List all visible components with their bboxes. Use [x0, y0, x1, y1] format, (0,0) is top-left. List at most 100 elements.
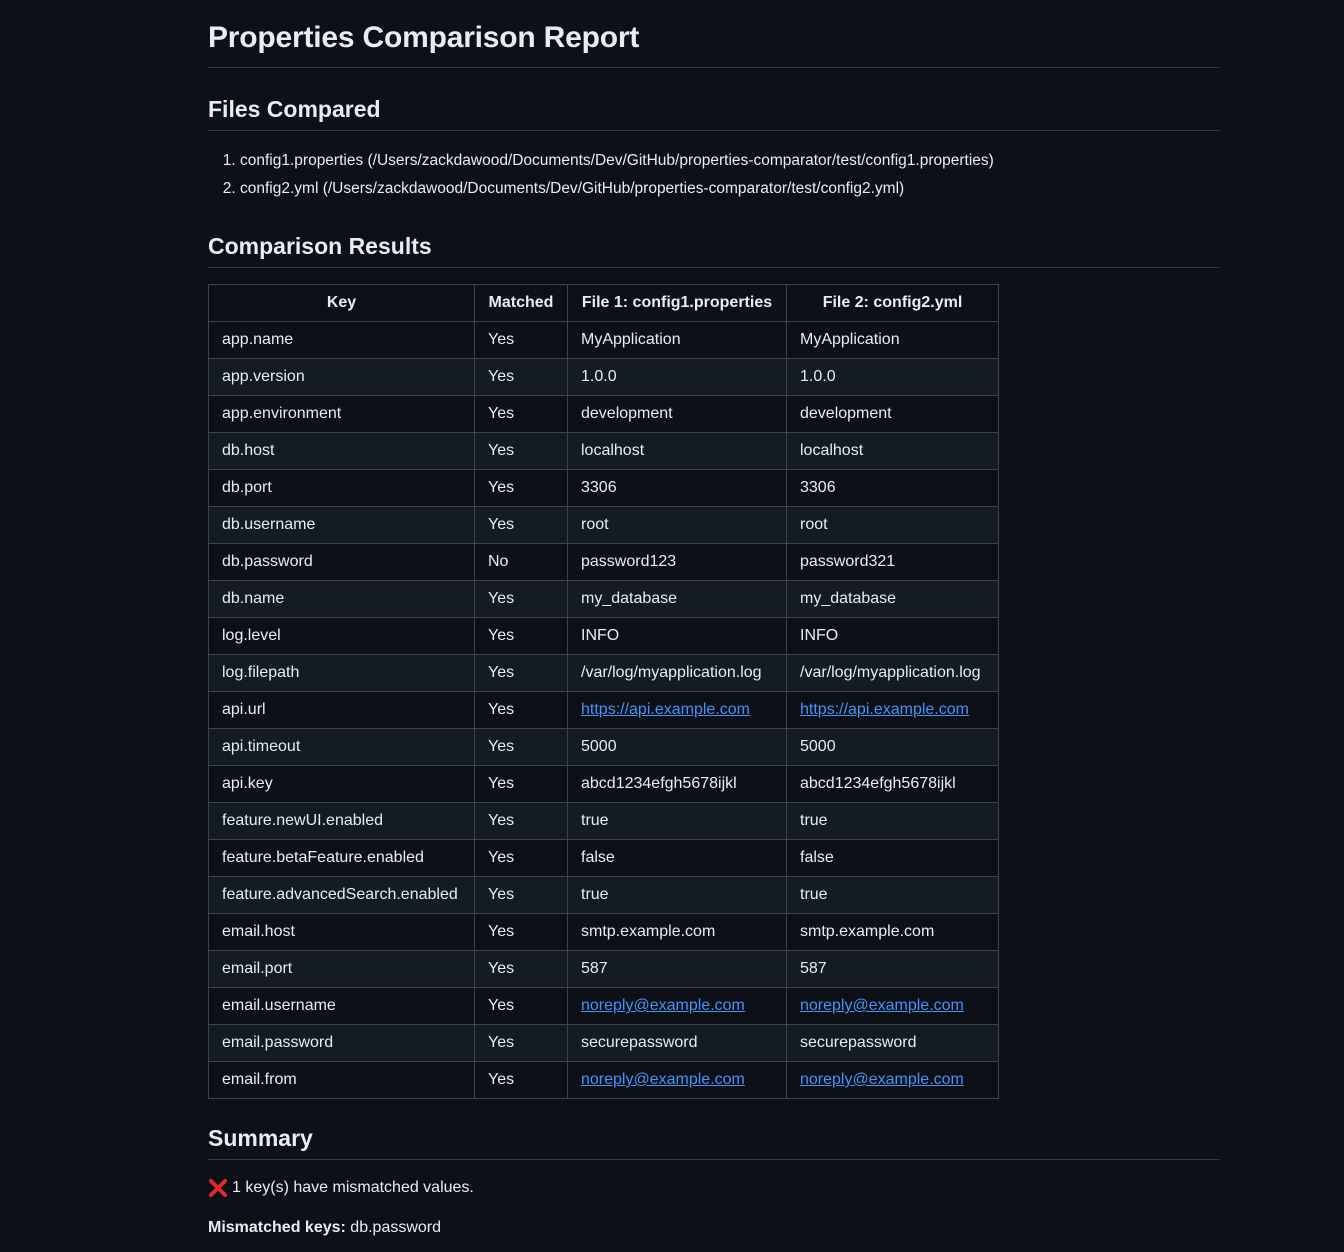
table-row: db.password No password123 password321: [208, 543, 999, 581]
cell-file2-value-link[interactable]: https://api.example.com: [800, 701, 969, 718]
cell-file2-value: /var/log/myapplication.log: [786, 654, 999, 692]
cell-key: log.filepath: [208, 654, 475, 692]
cell-file2-value: 1.0.0: [786, 358, 999, 396]
cell-file1-value-link[interactable]: noreply@example.com: [581, 1071, 745, 1088]
cell-file2-value: noreply@example.com: [786, 1061, 999, 1099]
report-page: Properties Comparison Report Files Compa…: [208, 0, 1220, 1240]
cell-key: app.name: [208, 321, 475, 359]
mismatched-keys-value: db.password: [350, 1219, 442, 1236]
cell-key: log.level: [208, 617, 475, 655]
header-file2: File 2: config2.yml: [786, 284, 999, 322]
mismatched-keys-label: Mismatched keys:: [208, 1219, 346, 1236]
cell-matched: Yes: [474, 913, 568, 951]
cell-key: feature.advancedSearch.enabled: [208, 876, 475, 914]
cell-file1-value: my_database: [567, 580, 787, 618]
summary-heading: Summary: [208, 1123, 1220, 1160]
cell-file1-value: development: [567, 395, 787, 433]
cell-file1-value: 1.0.0: [567, 358, 787, 396]
cell-file1-value: /var/log/myapplication.log: [567, 654, 787, 692]
cell-file1-value: false: [567, 839, 787, 877]
table-row: db.username Yes root root: [208, 506, 999, 544]
table-header-row: Key Matched File 1: config1.properties F…: [208, 284, 999, 322]
cell-matched: Yes: [474, 432, 568, 470]
cell-file1-value: 3306: [567, 469, 787, 507]
cell-file1-value: 587: [567, 950, 787, 988]
table-body: app.name Yes MyApplication MyApplication app…: [208, 321, 999, 1099]
cell-file1-value: password123: [567, 543, 787, 581]
cell-key: feature.newUI.enabled: [208, 802, 475, 840]
cell-key: db.host: [208, 432, 475, 470]
cell-matched: No: [474, 543, 568, 581]
cell-matched: Yes: [474, 765, 568, 803]
table-row: db.port Yes 3306 3306: [208, 469, 999, 507]
cell-matched: Yes: [474, 987, 568, 1025]
cell-key: api.key: [208, 765, 475, 803]
table-row: api.timeout Yes 5000 5000: [208, 728, 999, 766]
cell-matched: Yes: [474, 802, 568, 840]
table-row: email.password Yes securepassword securepas…: [208, 1024, 999, 1062]
table-row: api.url Yes https://api.example.com https:/…: [208, 691, 999, 729]
cell-file2-value: development: [786, 395, 999, 433]
comparison-results-heading: Comparison Results: [208, 231, 1220, 268]
table-row: app.environment Yes development development: [208, 395, 999, 433]
comparison-table: Key Matched File 1: config1.properties F…: [208, 284, 999, 1099]
table-row: email.username Yes noreply@example.com nore…: [208, 987, 999, 1025]
cell-file1-value: localhost: [567, 432, 787, 470]
file-list-item: config2.yml (/Users/zackdawood/Documents…: [240, 175, 1220, 203]
table-row: db.host Yes localhost localhost: [208, 432, 999, 470]
header-file1: File 1: config1.properties: [567, 284, 787, 322]
cell-matched: Yes: [474, 839, 568, 877]
header-key: Key: [208, 284, 475, 322]
cell-file1-value-link[interactable]: https://api.example.com: [581, 701, 750, 718]
cell-file2-value: MyApplication: [786, 321, 999, 359]
cell-file2-value: smtp.example.com: [786, 913, 999, 951]
cell-file1-value: root: [567, 506, 787, 544]
table-row: db.name Yes my_database my_database: [208, 580, 999, 618]
cell-file1-value-link[interactable]: noreply@example.com: [581, 997, 745, 1014]
cell-file2-value: true: [786, 876, 999, 914]
cell-matched: Yes: [474, 654, 568, 692]
cell-file2-value: true: [786, 802, 999, 840]
cell-matched: Yes: [474, 395, 568, 433]
cell-file2-value: securepassword: [786, 1024, 999, 1062]
cell-file1-value: true: [567, 876, 787, 914]
cell-file1-value: noreply@example.com: [567, 1061, 787, 1099]
cell-file2-value-link[interactable]: noreply@example.com: [800, 1071, 964, 1088]
cell-file1-value: noreply@example.com: [567, 987, 787, 1025]
files-list: config1.properties (/Users/zackdawood/Do…: [208, 147, 1220, 203]
cell-file2-value: INFO: [786, 617, 999, 655]
cross-mark-icon: [208, 1178, 228, 1198]
cell-file1-value: smtp.example.com: [567, 913, 787, 951]
cell-file2-value: abcd1234efgh5678ijkl: [786, 765, 999, 803]
cell-file2-value: 5000: [786, 728, 999, 766]
cell-file2-value: root: [786, 506, 999, 544]
table-row: app.name Yes MyApplication MyApplication: [208, 321, 999, 359]
cell-key: db.name: [208, 580, 475, 618]
cell-file2-value: false: [786, 839, 999, 877]
files-compared-heading: Files Compared: [208, 94, 1220, 131]
table-row: feature.advancedSearch.enabled Yes true tru…: [208, 876, 999, 914]
cell-matched: Yes: [474, 580, 568, 618]
cell-key: db.password: [208, 543, 475, 581]
cell-file2-value: my_database: [786, 580, 999, 618]
table-row: feature.newUI.enabled Yes true true: [208, 802, 999, 840]
cell-file1-value: true: [567, 802, 787, 840]
table-row: email.port Yes 587 587: [208, 950, 999, 988]
file-list-item: config1.properties (/Users/zackdawood/Do…: [240, 147, 1220, 175]
cell-key: email.password: [208, 1024, 475, 1062]
cell-file2-value-link[interactable]: noreply@example.com: [800, 997, 964, 1014]
cell-matched: Yes: [474, 617, 568, 655]
table-row: log.filepath Yes/var/log/myapplication.lo…: [208, 654, 999, 692]
cell-matched: Yes: [474, 321, 568, 359]
cell-key: api.url: [208, 691, 475, 729]
table-row: email.from Yes noreply@example.com noreply@…: [208, 1061, 999, 1099]
table-row: app.version Yes 1.0.0 1.0.0: [208, 358, 999, 396]
header-matched: Matched: [474, 284, 568, 322]
cell-matched: Yes: [474, 1024, 568, 1062]
table-row: log.level Yes INFO INFO: [208, 617, 999, 655]
mismatched-keys-line: Mismatched keys: db.password: [208, 1216, 1220, 1240]
cell-file1-value: https://api.example.com: [567, 691, 787, 729]
cell-matched: Yes: [474, 1061, 568, 1099]
cell-file1-value: abcd1234efgh5678ijkl: [567, 765, 787, 803]
cell-key: email.username: [208, 987, 475, 1025]
